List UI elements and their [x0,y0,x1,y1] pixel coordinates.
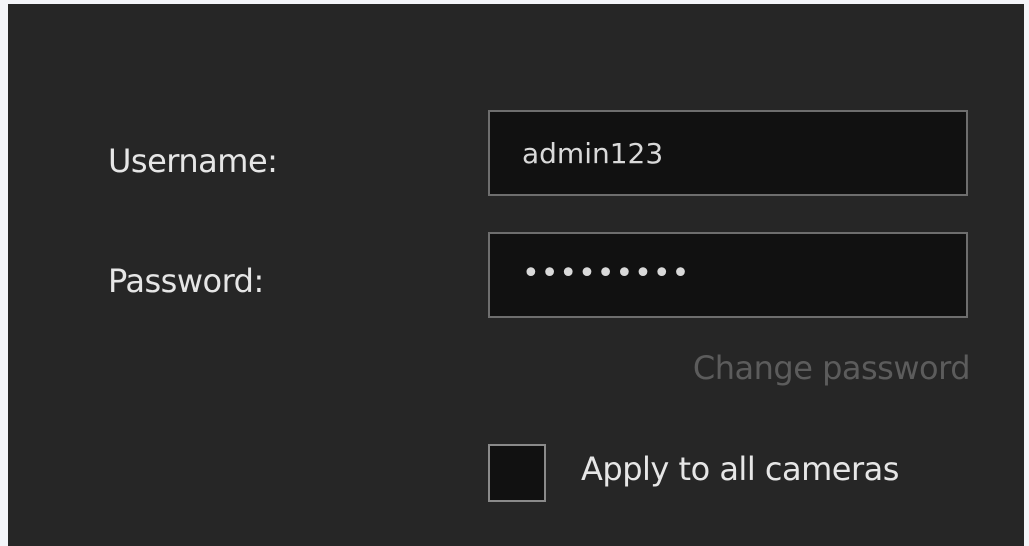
username-field[interactable]: admin123 [488,110,968,196]
username-value: admin123 [522,136,664,170]
password-field[interactable]: ••••••••• [488,232,968,318]
username-label: Username: [108,142,278,180]
apply-all-cameras-label[interactable]: Apply to all cameras [581,449,899,489]
change-password-link[interactable]: Change password [693,349,971,387]
page: Username: admin123 Password: ••••••••• C… [0,0,1029,546]
apply-all-cameras-checkbox[interactable] [488,444,546,502]
credentials-dialog: Username: admin123 Password: ••••••••• C… [8,4,1024,546]
password-value: ••••••••• [522,255,691,291]
password-label: Password: [108,262,264,300]
